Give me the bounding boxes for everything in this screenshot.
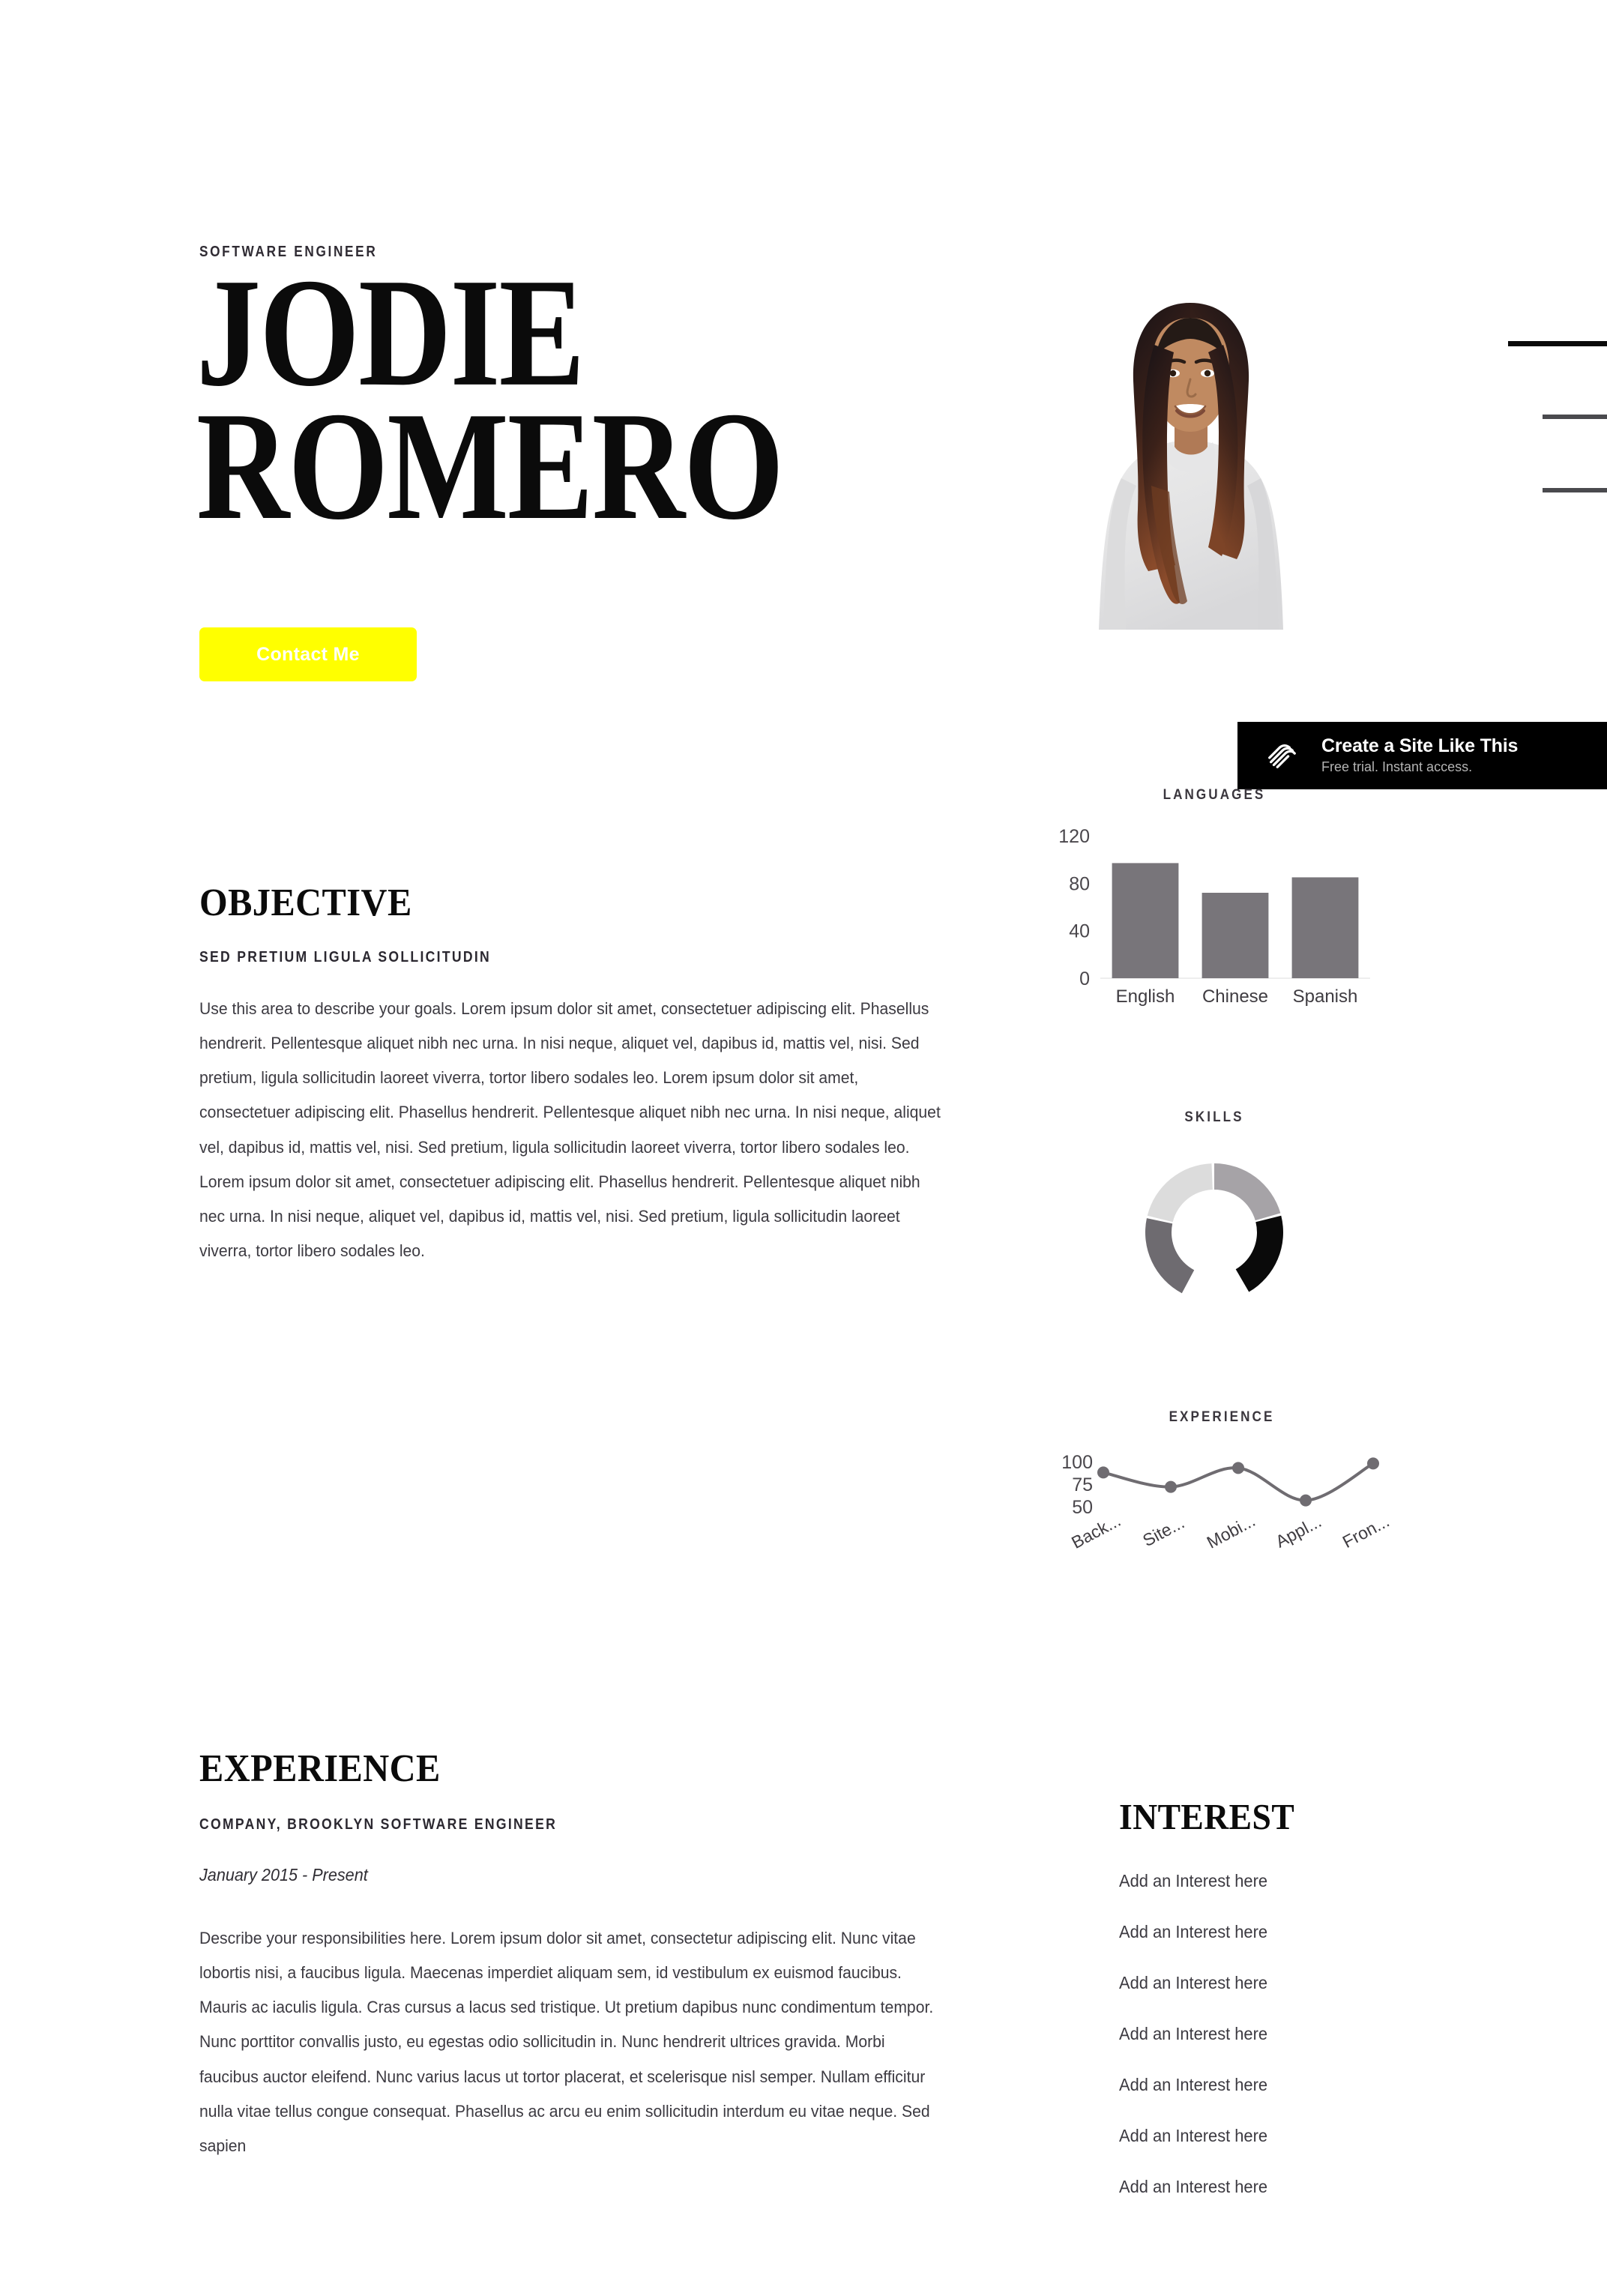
svg-text:75: 75 <box>1072 1474 1093 1495</box>
objective-subtitle: SED PRETIUM LIGULA SOLLICITUDIN <box>199 949 492 965</box>
list-item: Add an Interest here <box>1119 2177 1268 2196</box>
svg-text:Chinese: Chinese <box>1202 986 1268 1007</box>
experience-subtitle: COMPANY, BROOKLYN SOFTWARE ENGINEER <box>199 1816 558 1833</box>
data-point <box>1165 1480 1177 1493</box>
hamburger-menu-icon[interactable] <box>1502 330 1607 510</box>
svg-text:0: 0 <box>1079 968 1090 989</box>
objective-section: OBJECTIVE SED PRETIUM LIGULA SOLLICITUDI… <box>199 881 983 1268</box>
list-item: Add an Interest here <box>1119 1973 1268 1992</box>
hamburger-line-1 <box>1508 341 1607 346</box>
interest-list: Add an Interest here Add an Interest here… <box>1119 1871 1434 2197</box>
objective-title: OBJECTIVE <box>199 882 412 924</box>
donut-segment <box>1214 1163 1281 1221</box>
list-item: Add an Interest here <box>1119 2024 1268 2043</box>
experience-date: January 2015 - Present <box>199 1865 368 1884</box>
experience-chart: EXPERIENCE 50 75 100 Back... Site... Mobi... A… <box>1034 1409 1409 1582</box>
bar <box>1112 863 1179 978</box>
squarespace-logo-icon <box>1268 744 1296 768</box>
languages-chart-plot: 0 40 80 120 English Chinese Spanish <box>1058 826 1370 1007</box>
languages-chart-title: LANGUAGES <box>1163 787 1266 803</box>
svg-text:Spanish: Spanish <box>1293 986 1358 1007</box>
svg-text:80: 80 <box>1069 873 1090 894</box>
banner-subline: Free trial. Instant access. <box>1321 759 1473 774</box>
skills-chart-title: SKILLS <box>1184 1109 1244 1125</box>
skills-chart: SKILLS <box>1034 1109 1394 1349</box>
languages-chart: LANGUAGES 0 40 80 120 English Chinese Spanish <box>1034 787 1394 1027</box>
svg-text:Mobi...: Mobi... <box>1204 1510 1258 1552</box>
interest-section: INTEREST Add an Interest here Add an Inte… <box>1119 1795 1434 2228</box>
banner-headline: Create a Site Like This <box>1321 735 1519 756</box>
data-point <box>1367 1457 1379 1470</box>
objective-body: Use this area to describe your goals. Lo… <box>199 999 941 1260</box>
donut-segment <box>1235 1215 1283 1292</box>
interest-title: INTEREST <box>1119 1796 1295 1837</box>
donut-segment <box>1145 1218 1195 1294</box>
svg-text:Fron...: Fron... <box>1339 1511 1393 1552</box>
page-title: JODIE ROMERO <box>196 255 784 553</box>
experience-chart-title: EXPERIENCE <box>1169 1409 1275 1425</box>
svg-text:100: 100 <box>1061 1452 1093 1473</box>
experience-chart-plot: 5075100Back... Site... Mobi... Appl... Fron.… <box>1061 1452 1393 1552</box>
svg-text:40: 40 <box>1069 921 1090 942</box>
data-point <box>1300 1494 1312 1507</box>
contact-me-button[interactable]: Contact Me <box>199 627 417 681</box>
create-a-site-banner[interactable]: Create a Site Like This Free trial. Inst… <box>1237 722 1607 789</box>
avatar <box>1076 292 1306 630</box>
hamburger-line-2 <box>1543 415 1607 419</box>
svg-text:120: 120 <box>1058 826 1090 847</box>
experience-section: EXPERIENCE COMPANY, BROOKLYN SOFTWARE EN… <box>199 1747 990 2163</box>
donut-segment <box>1147 1163 1213 1223</box>
bar <box>1291 877 1359 978</box>
svg-text:English: English <box>1116 986 1175 1007</box>
hamburger-line-3 <box>1543 488 1607 492</box>
list-item: Add an Interest here <box>1119 1871 1268 1890</box>
portrait-illustration <box>1076 292 1306 630</box>
data-point <box>1232 1462 1244 1474</box>
svg-text:Site...: Site... <box>1139 1513 1187 1551</box>
data-point <box>1097 1466 1109 1479</box>
skills-chart-plot <box>1145 1163 1283 1294</box>
list-item: Add an Interest here <box>1119 2126 1268 2145</box>
bar <box>1202 893 1269 978</box>
experience-title: EXPERIENCE <box>199 1747 441 1790</box>
svg-text:Appl...: Appl... <box>1272 1511 1324 1552</box>
svg-text:50: 50 <box>1072 1497 1093 1518</box>
list-item: Add an Interest here <box>1119 1922 1268 1941</box>
last-name: ROMERO <box>196 380 784 553</box>
resume-page: SOFTWARE ENGINEER JODIE ROMERO Contact M… <box>0 0 1607 2296</box>
list-item: Add an Interest here <box>1119 2075 1268 2094</box>
banner-text: Create a Site Like This Free trial. Inst… <box>1321 735 1518 776</box>
experience-body: Describe your responsibilities here. Lor… <box>199 1929 934 2155</box>
